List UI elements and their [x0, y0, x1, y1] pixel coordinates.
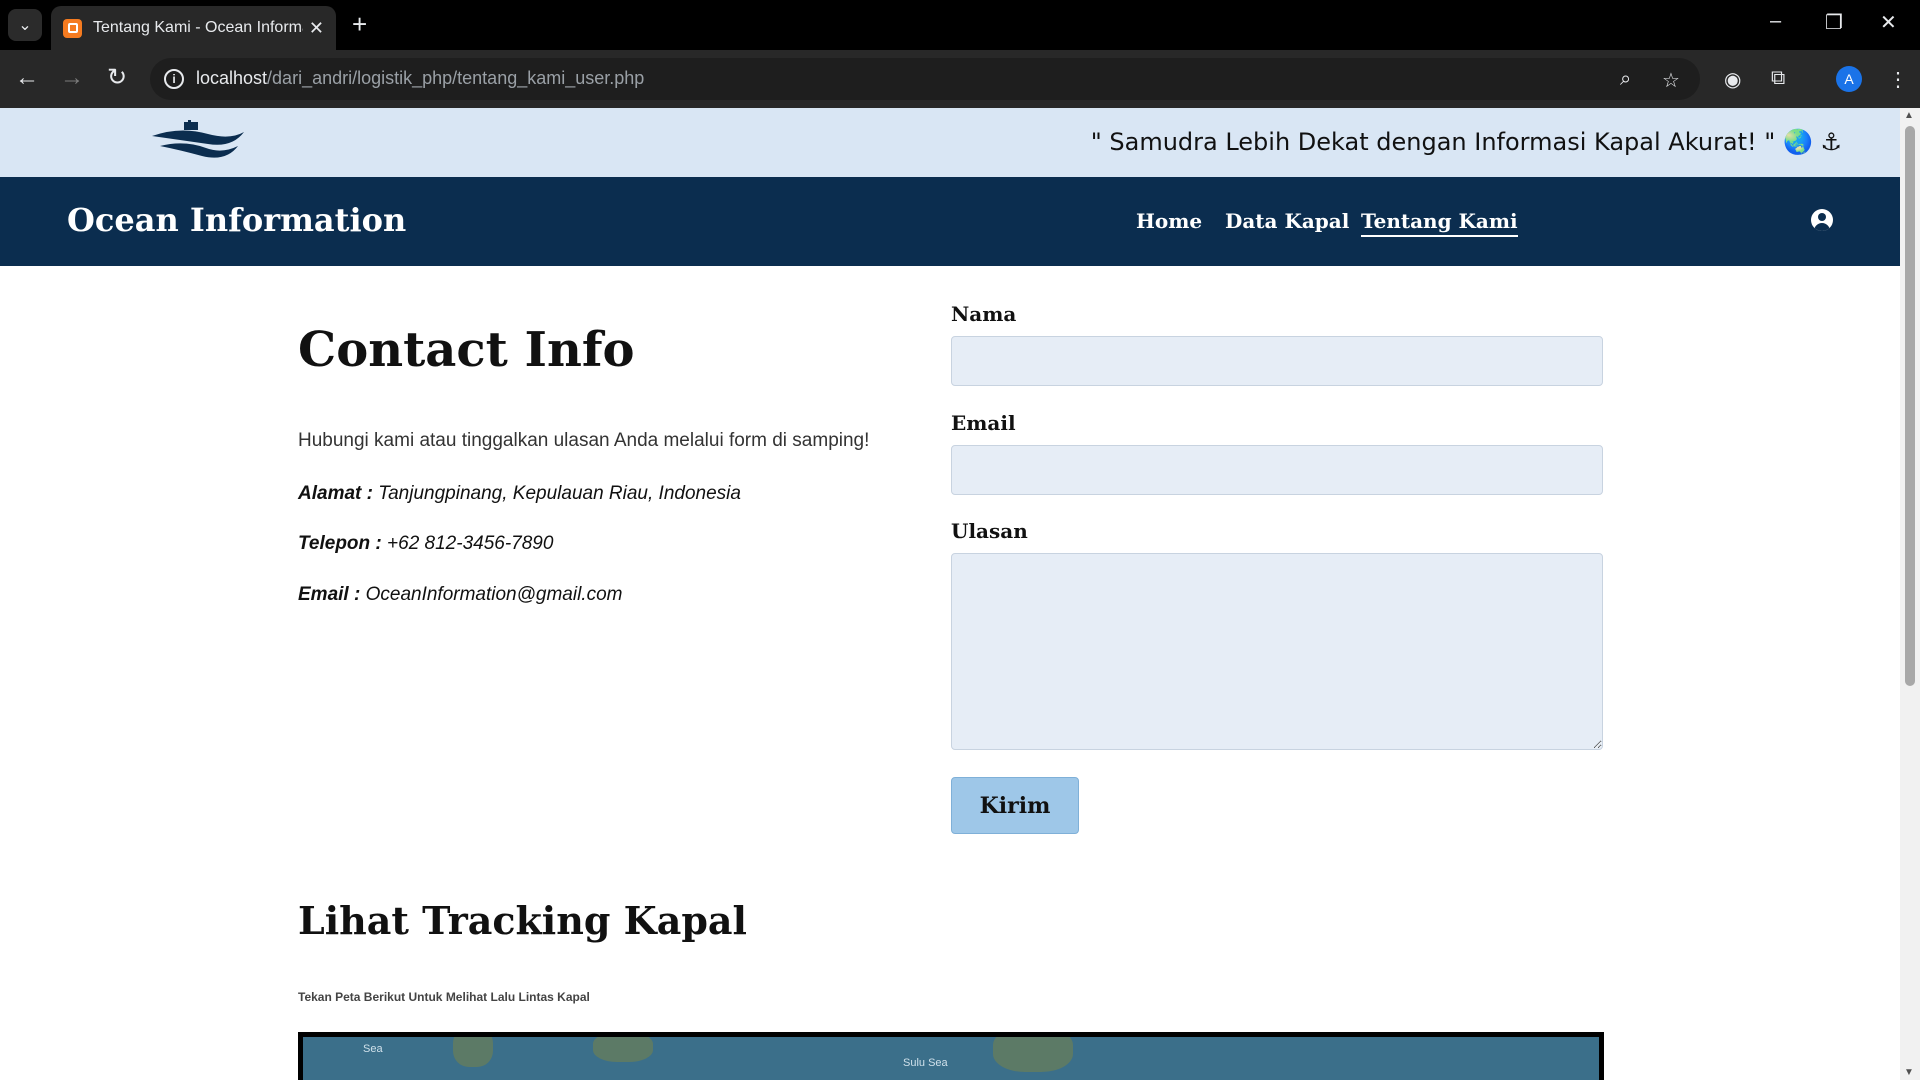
back-icon[interactable]: ← [13, 64, 41, 92]
ship-tracking-map[interactable]: Sea Sulu Sea [298, 1032, 1604, 1080]
reload-icon[interactable]: ↻ [103, 64, 131, 92]
user-account-icon[interactable] [1811, 209, 1833, 231]
contact-intro: Hubungi kami atau tinggalkan ulasan Anda… [298, 430, 870, 451]
page-scrollbar[interactable]: ▲ ▼ [1900, 108, 1920, 1080]
zoom-icon[interactable]: ⌕ [1620, 68, 1631, 91]
map-land [993, 1037, 1073, 1072]
email-line: Email : OceanInformation@gmail.com [298, 584, 623, 605]
browser-toolbar: ← → ↻ i localhost/dari_andri/logistik_ph… [0, 50, 1920, 108]
map-label-sea: Sea [363, 1043, 383, 1055]
address-bar[interactable]: i localhost/dari_andri/logistik_php/tent… [150, 58, 1700, 100]
top-banner: " Samudra Lebih Dekat dengan Informasi K… [0, 108, 1900, 177]
profile-avatar[interactable]: A [1836, 66, 1862, 92]
email-input[interactable] [951, 445, 1603, 495]
name-input[interactable] [951, 336, 1603, 386]
minimize-icon[interactable]: – [1770, 10, 1781, 33]
browser-tab-active[interactable]: Tentang Kami - Ocean Informat ✕ [51, 6, 336, 50]
chevron-down-icon: ⌄ [18, 17, 32, 34]
close-tab-icon[interactable]: ✕ [309, 18, 324, 39]
tab-search-button[interactable]: ⌄ [8, 9, 42, 41]
puzzle-extensions-icon[interactable]: ⧉ [1771, 67, 1785, 90]
address-line: Alamat : Tanjungpinang, Kepulauan Riau, … [298, 483, 741, 504]
tab-title: Tentang Kami - Ocean Informat [93, 19, 303, 36]
tracking-title: Lihat Tracking Kapal [298, 898, 747, 943]
extension-icon[interactable]: ◉ [1724, 67, 1741, 92]
scroll-down-icon[interactable]: ▼ [1904, 1067, 1914, 1078]
nav-data-kapal[interactable]: Data Kapal [1225, 209, 1349, 233]
page-viewport: " Samudra Lebih Dekat dengan Informasi K… [0, 108, 1920, 1080]
tracking-subtitle: Tekan Peta Berikut Untuk Melihat Lalu Li… [298, 990, 590, 1004]
forward-icon[interactable]: → [58, 64, 86, 92]
bookmark-star-icon[interactable]: ☆ [1662, 68, 1680, 93]
map-land [453, 1037, 493, 1067]
new-tab-icon[interactable]: + [352, 11, 367, 37]
nav-home[interactable]: Home [1136, 209, 1202, 233]
phone-line: Telepon : +62 812-3456-7890 [298, 533, 554, 554]
xampp-favicon-icon [63, 18, 82, 38]
brand-title[interactable]: Ocean Information [67, 201, 406, 239]
review-textarea[interactable] [951, 553, 1603, 750]
review-label: Ulasan [951, 519, 1028, 543]
contact-info-title: Contact Info [298, 322, 635, 378]
map-label-sulu-sea: Sulu Sea [903, 1057, 948, 1069]
url-text[interactable]: localhost/dari_andri/logistik_php/tentan… [196, 68, 644, 89]
scroll-thumb[interactable] [1905, 126, 1915, 686]
ship-wave-logo-icon [152, 120, 244, 158]
main-navbar: Ocean Information Home Data Kapal Tentan… [0, 177, 1900, 266]
restore-icon[interactable]: ❐ [1825, 10, 1843, 35]
close-window-icon[interactable]: ✕ [1880, 10, 1897, 35]
name-label: Nama [951, 302, 1017, 326]
map-land [593, 1037, 653, 1062]
email-label: Email [951, 411, 1016, 435]
menu-dots-icon[interactable]: ⋮ [1888, 67, 1908, 92]
submit-button[interactable]: Kirim [951, 777, 1079, 834]
nav-tentang-kami[interactable]: Tentang Kami [1361, 209, 1518, 237]
slogan-text: " Samudra Lebih Dekat dengan Informasi K… [1090, 128, 1842, 156]
scroll-up-icon[interactable]: ▲ [1904, 110, 1914, 121]
site-info-icon[interactable]: i [164, 69, 184, 89]
browser-tabstrip: ⌄ Tentang Kami - Ocean Informat ✕ + – ❐ … [0, 0, 1920, 50]
